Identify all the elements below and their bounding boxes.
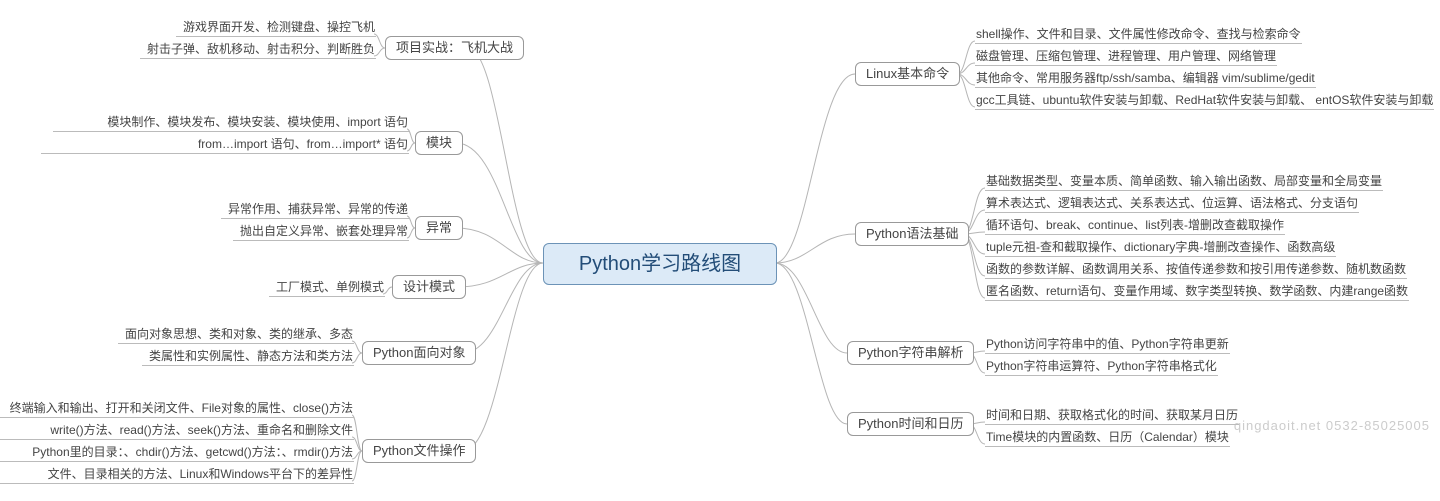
branch-r-2: Python字符串解析 <box>847 341 974 365</box>
leaf-l-3-0: 工厂模式、单例模式 <box>269 278 385 297</box>
center-node: Python学习路线图 <box>543 243 777 285</box>
branch-r-3: Python时间和日历 <box>847 412 974 436</box>
leaf-r-1-1: 算术表达式、逻辑表达式、关系表达式、位运算、语法格式、分支语句 <box>985 194 1359 213</box>
leaf-l-5-1: write()方法、read()方法、seek()方法、重命名和删除文件 <box>0 421 354 440</box>
watermark: qingdaoit.net 0532-85025005 <box>1234 418 1430 433</box>
branch-0: 项目实战：飞机大战 <box>385 36 524 60</box>
branch-5: Python文件操作 <box>362 439 476 463</box>
leaf-l-1-0: 模块制作、模块发布、模块安装、模块使用、import 语句 <box>53 113 409 132</box>
leaf-r-3-0: 时间和日期、获取格式化的时间、获取某月日历 <box>985 406 1239 425</box>
leaf-r-0-0: shell操作、文件和目录、文件属性修改命令、查找与检索命令 <box>975 25 1302 44</box>
leaf-r-0-3: gcc工具链、ubuntu软件安装与卸载、RedHat软件安装与卸载、 entO… <box>975 91 1434 110</box>
leaf-r-2-0: Python访问字符串中的值、Python字符串更新 <box>985 335 1230 354</box>
leaf-l-4-1: 类属性和实例属性、静态方法和类方法 <box>142 347 354 366</box>
leaf-l-0-1: 射击子弹、敌机移动、射击积分、判断胜负 <box>140 40 376 59</box>
leaf-r-0-2: 其他命令、常用服务器ftp/ssh/samba、编辑器 vim/sublime/… <box>975 69 1316 88</box>
leaf-l-1-1: from…import 语句、from…import* 语句 <box>41 135 409 154</box>
leaf-r-1-3: tuple元祖-查和截取操作、dictionary字典-增删改查操作、函数高级 <box>985 238 1336 257</box>
leaf-l-2-1: 抛出自定义异常、嵌套处理异常 <box>233 222 409 241</box>
branch-2: 异常 <box>415 216 463 240</box>
branch-1: 模块 <box>415 131 463 155</box>
leaf-r-3-1: Time模块的内置函数、日历（Calendar）模块 <box>985 428 1230 447</box>
branch-r-1: Python语法基础 <box>855 222 969 246</box>
branch-r-0: Linux基本命令 <box>855 62 960 86</box>
leaf-l-5-3: 文件、目录相关的方法、Linux和Windows平台下的差异性 <box>0 465 354 484</box>
mindmap-canvas: Python学习路线图 qingdaoit.net 0532-85025005 … <box>0 0 1440 501</box>
leaf-l-2-0: 异常作用、捕获异常、异常的传递 <box>221 200 409 219</box>
leaf-r-1-0: 基础数据类型、变量本质、简单函数、输入输出函数、局部变量和全局变量 <box>985 172 1383 191</box>
leaf-r-1-5: 匿名函数、return语句、变量作用域、数字类型转换、数学函数、内建range函… <box>985 282 1409 301</box>
leaf-l-0-0: 游戏界面开发、检测键盘、操控飞机 <box>176 18 376 37</box>
branch-4: Python面向对象 <box>362 341 476 365</box>
leaf-r-1-4: 函数的参数详解、函数调用关系、按值传递参数和按引用传递参数、随机数函数 <box>985 260 1407 279</box>
leaf-l-5-2: Python里的目录：、chdir()方法、getcwd()方法：、rmdir(… <box>0 443 354 462</box>
leaf-l-4-0: 面向对象思想、类和对象、类的继承、多态 <box>118 325 354 344</box>
branch-3: 设计模式 <box>392 275 466 299</box>
leaf-r-1-2: 循环语句、break、continue、list列表-增删改查截取操作 <box>985 216 1285 235</box>
leaf-r-2-1: Python字符串运算符、Python字符串格式化 <box>985 357 1218 376</box>
leaf-l-5-0: 终端输入和输出、打开和关闭文件、File对象的属性、close()方法 <box>0 399 354 418</box>
leaf-r-0-1: 磁盘管理、压缩包管理、进程管理、用户管理、网络管理 <box>975 47 1277 66</box>
